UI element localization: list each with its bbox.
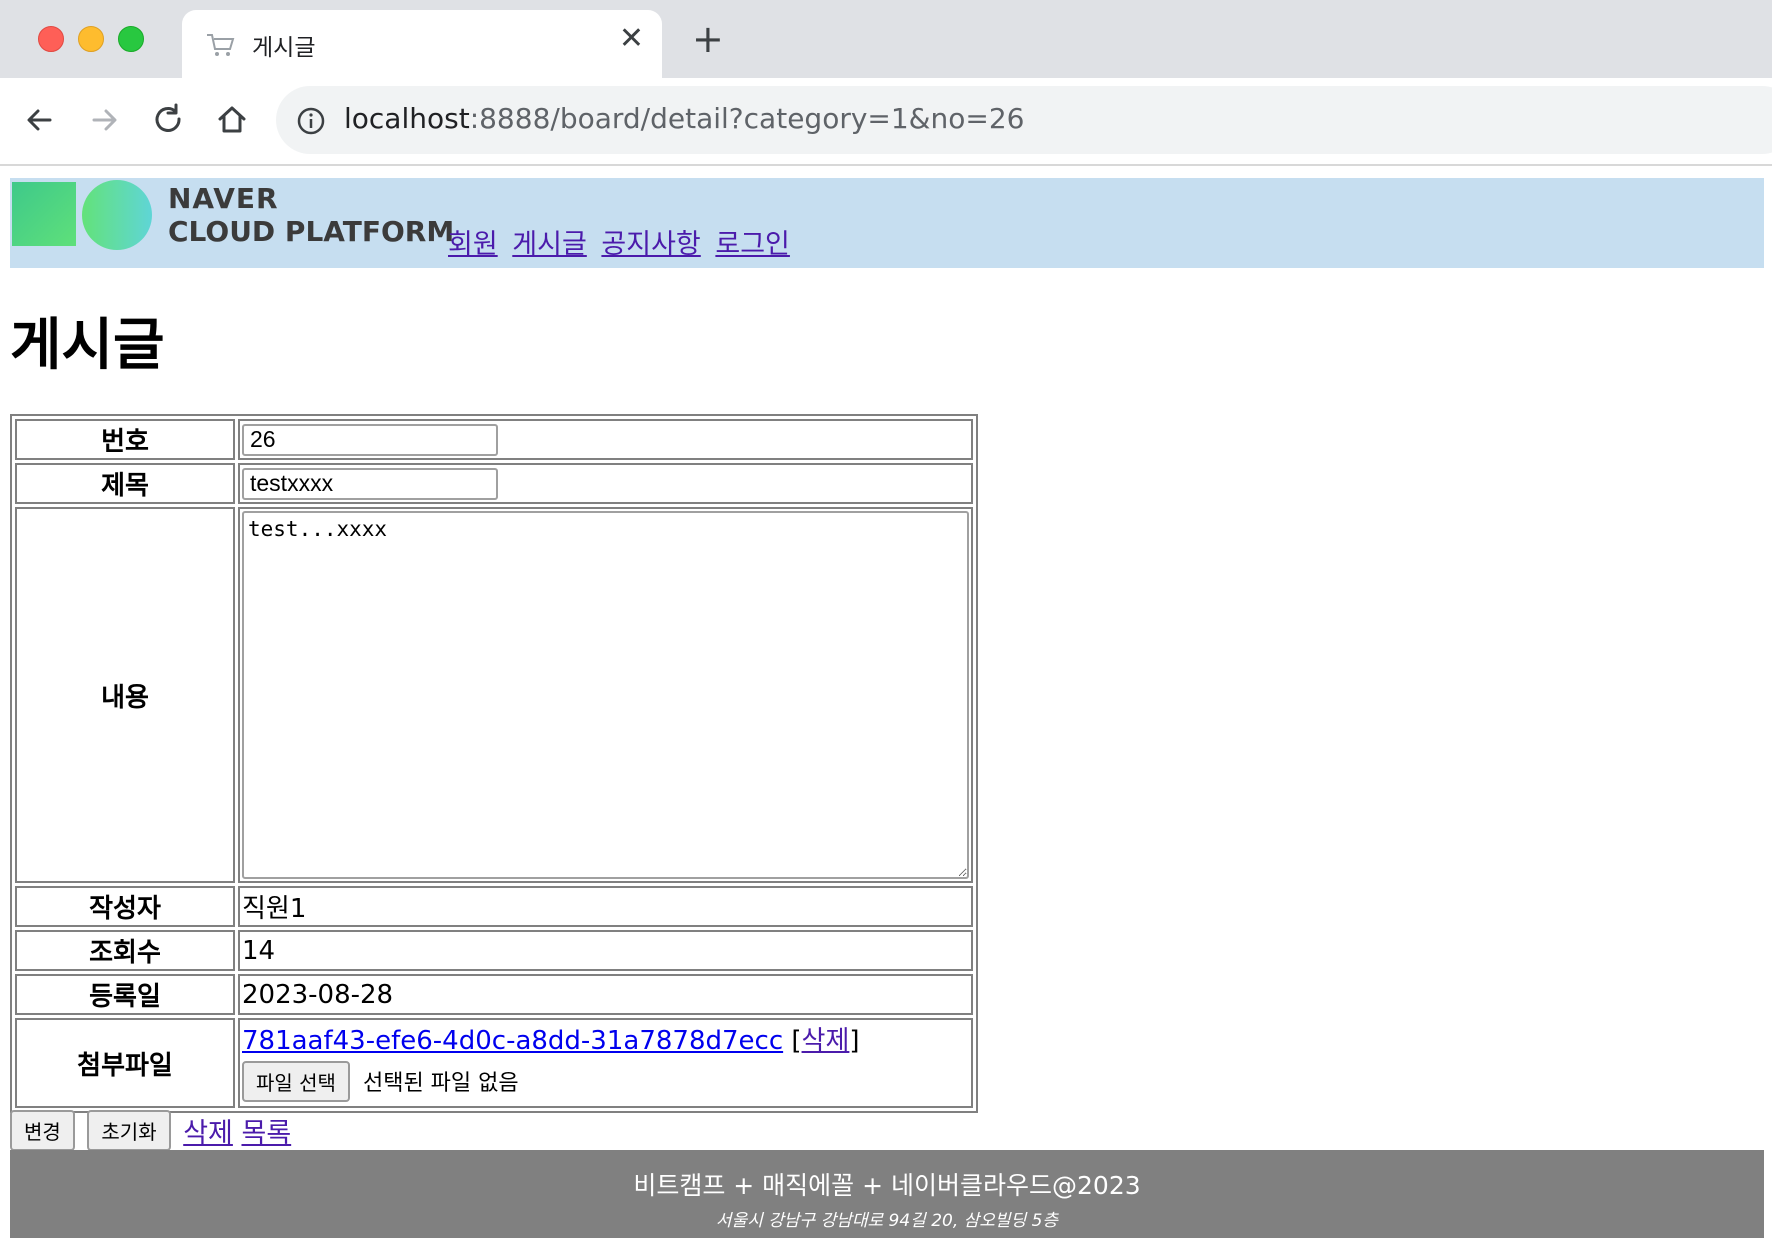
date-label: 등록일 [15,974,235,1015]
info-icon[interactable] [296,106,326,136]
browser-tab-active[interactable]: 게시글 ✕ [182,10,662,78]
no-label: 번호 [15,419,235,460]
file-status-text: 선택된 파일 없음 [362,1071,519,1096]
reload-icon[interactable] [148,100,188,140]
url-text[interactable]: localhost:8888/board/detail?category=1&n… [344,102,1024,135]
table-row: 조회수 14 [15,930,973,971]
maximize-window-button[interactable] [118,26,144,52]
tab-title: 게시글 [252,35,316,61]
attach-label: 첨부파일 [15,1018,235,1108]
delete-link[interactable]: 삭제 [183,1118,233,1149]
page-title: 게시글 [10,313,165,378]
table-row: 등록일 2023-08-28 [15,974,973,1015]
table-row: 제목 [15,463,973,504]
nav-link-notice[interactable]: 공지사항 [601,229,700,260]
table-row: 작성자 직원1 [15,886,973,927]
site-footer: 비트캠프 + 매직에꼴 + 네이버클라우드@2023 서울시 강남구 강남대로 … [10,1150,1764,1238]
home-icon[interactable] [212,100,252,140]
nav-link-login[interactable]: 로그인 [715,229,790,260]
logo-square-mark [12,182,76,246]
nav-link-member[interactable]: 회원 [448,229,498,260]
bracket-close: ] [849,1026,860,1056]
form-actions: 변경 초기화 삭제 목록 [10,1110,291,1151]
no-input[interactable] [242,423,498,456]
new-tab-button[interactable]: + [692,20,724,58]
attach-cell: 781aaf43-efe6-4d0c-a8dd-31a7878d7ecc [삭제… [238,1018,973,1108]
no-cell [238,419,973,460]
cart-icon [207,34,235,56]
list-link[interactable]: 목록 [241,1118,291,1149]
update-button[interactable]: 변경 [10,1110,75,1151]
logo-circle-mark [82,180,152,250]
file-chooser: 파일 선택 선택된 파일 없음 [242,1061,969,1102]
date-value: 2023-08-28 [238,974,973,1015]
back-arrow-icon[interactable] [20,100,60,140]
title-cell [238,463,973,504]
reset-button[interactable]: 초기화 [87,1110,171,1151]
nav-link-board[interactable]: 게시글 [512,229,587,260]
title-label: 제목 [15,463,235,504]
content-label: 내용 [15,507,235,883]
choose-file-button[interactable]: 파일 선택 [242,1061,350,1102]
footer-copyright: 비트캠프 + 매직에꼴 + 네이버클라우드@2023 [633,1171,1141,1200]
board-detail-table: 번호 제목 내용 test...xxxx 작성자 직원1 조회수 14 등록일 … [10,414,978,1113]
forward-arrow-icon[interactable] [84,100,124,140]
site-logo[interactable]: NAVER CLOUD PLATFORM [168,182,454,248]
browser-toolbar: localhost:8888/board/detail?category=1&n… [0,78,1772,166]
writer-value: 직원1 [238,886,973,927]
views-label: 조회수 [15,930,235,971]
close-tab-icon[interactable]: ✕ [619,24,644,54]
title-input[interactable] [242,467,498,500]
main-nav: 회원 게시글 공지사항 로그인 [448,222,796,261]
site-header: NAVER CLOUD PLATFORM 회원 게시글 공지사항 로그인 [10,178,1764,268]
close-window-button[interactable] [38,26,64,52]
views-value: 14 [238,930,973,971]
writer-label: 작성자 [15,886,235,927]
table-row: 첨부파일 781aaf43-efe6-4d0c-a8dd-31a7878d7ec… [15,1018,973,1108]
browser-tab-bar: 게시글 ✕ + [0,0,1772,78]
content-textarea[interactable]: test...xxxx [242,511,969,879]
attachment-delete-link[interactable]: 삭제 [802,1026,850,1056]
footer-address: 서울시 강남구 강남대로 94길 20, 삼오빌딩 5층 [715,1211,1059,1231]
bracket-open: [ [791,1026,802,1056]
table-row: 번호 [15,419,973,460]
table-row: 내용 test...xxxx [15,507,973,883]
address-bar[interactable]: localhost:8888/board/detail?category=1&n… [276,86,1772,154]
content-cell: test...xxxx [238,507,973,883]
attachment-link[interactable]: 781aaf43-efe6-4d0c-a8dd-31a7878d7ecc [242,1026,783,1056]
minimize-window-button[interactable] [78,26,104,52]
